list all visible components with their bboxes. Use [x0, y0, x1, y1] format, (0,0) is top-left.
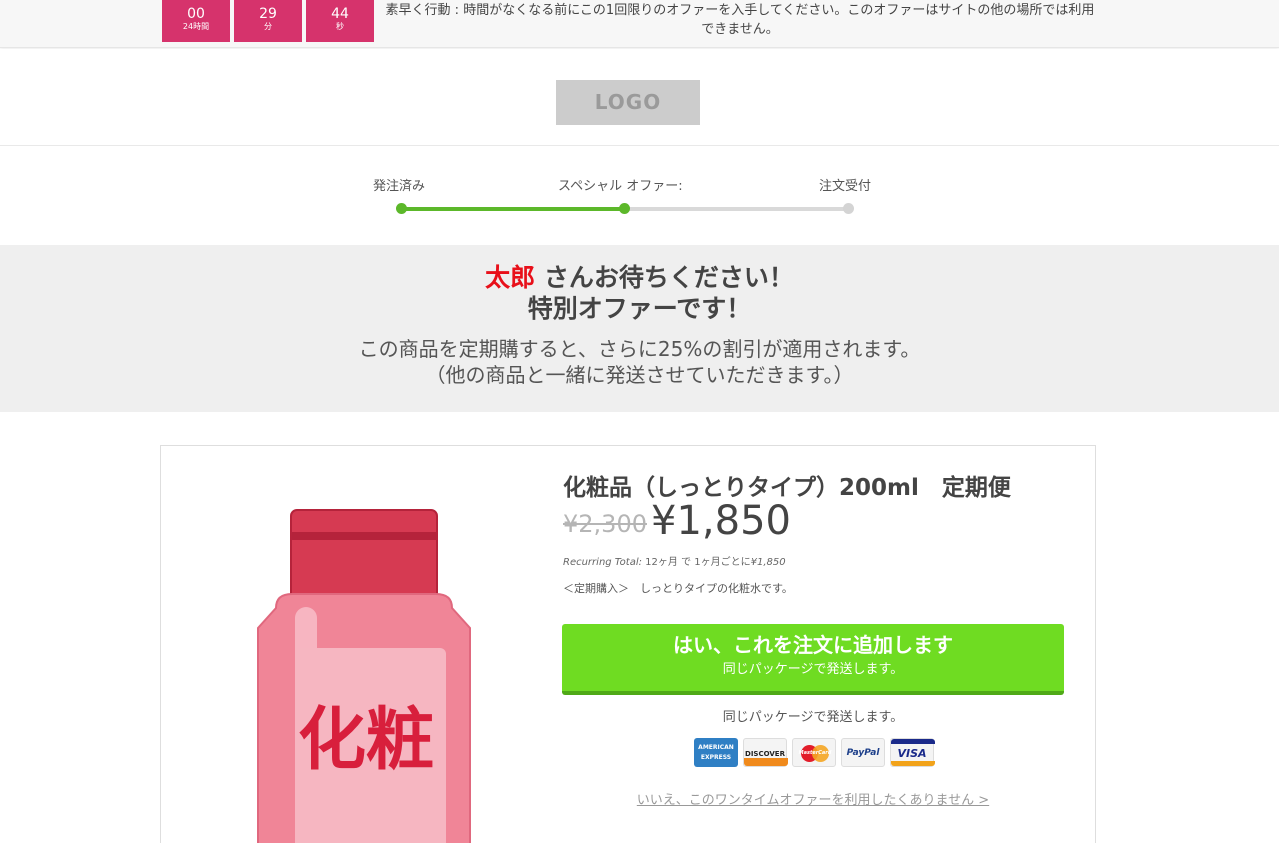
product-description: ＜定期購入＞ しっとりタイプの化粧水です。: [563, 582, 793, 595]
mastercard-name: MasterCard: [798, 750, 832, 756]
step-special-offer-dot: [619, 203, 630, 214]
countdown-minutes-value: 29: [259, 6, 277, 22]
product-title: 化粧品（しっとりタイプ）200ml 定期便: [563, 475, 1011, 501]
add-to-order-sublabel: 同じパッケージで発送します。: [722, 662, 904, 677]
countdown-bar: 00 24時間 29 分 44 秒 素早く行動 : 時間がなくなる前にこの1回限…: [0, 0, 1279, 48]
add-to-order-button[interactable]: はい、これを注文に追加します 同じパッケージで発送します。: [562, 624, 1064, 695]
countdown-message: 素早く行動 : 時間がなくなる前にこの1回限りのオファーを入手してください。この…: [385, 3, 1095, 37]
lotion-bottle-icon: 化粧: [257, 509, 471, 843]
countdown-hours: 00 24時間: [162, 0, 230, 42]
paypal-icon: PayPal: [841, 738, 885, 767]
offer-banner: 太郎 さんお待ちください！ 特別オファーです！ この商品を定期購すると、さらに2…: [0, 245, 1279, 412]
discover-card-name: DISCOVER: [745, 750, 785, 758]
mastercard-icon: MasterCard: [792, 738, 836, 767]
offer-description-line2: （他の商品と一緒に発送させていただきます。）: [425, 363, 854, 387]
shipping-note: 同じパッケージで発送します。: [722, 710, 904, 725]
recurring-text: 12ヶ月 で 1ヶ月ごとに: [642, 557, 751, 568]
offer-description: この商品を定期購すると、さらに25%の割引が適用されます。 （他の商品と一緒に発…: [0, 336, 1279, 388]
checkout-progress: 発注済み スペシャル オファー: 注文受付: [0, 147, 1279, 244]
payment-methods: AMERICAN EXPRESS DISCOVER MasterCard Pay…: [694, 738, 935, 768]
step-ordered-dot: [396, 203, 407, 214]
countdown-seconds-unit: 秒: [336, 22, 344, 31]
countdown-hours-value: 00: [187, 6, 205, 22]
bottle-label-text: 化粧: [298, 701, 434, 780]
recurring-amount: ¥1,850: [750, 557, 786, 568]
countdown-minutes: 29 分: [234, 0, 302, 42]
recurring-total: Recurring Total: 12ヶ月 で 1ヶ月ごとに¥1,850: [563, 553, 786, 568]
decline-offer-link[interactable]: いいえ、このワンタイムオファーを利用したくありません >: [562, 789, 1064, 808]
visa-card-icon: VISA: [890, 738, 935, 767]
site-logo: LOGO: [556, 80, 700, 125]
discover-card-icon: DISCOVER: [743, 738, 788, 767]
step-order-received-label: 注文受付: [819, 179, 872, 194]
progress-fill: [401, 207, 625, 211]
product-card: 化粧 化粧品（しっとりタイプ）200ml 定期便 ¥2,300 ¥1,850 R…: [160, 445, 1096, 843]
amex-card-icon: AMERICAN EXPRESS: [694, 738, 738, 767]
amex-card-name: AMERICAN EXPRESS: [698, 744, 734, 761]
step-ordered-label: 発注済み: [373, 179, 426, 194]
countdown-seconds-value: 44: [331, 6, 349, 22]
original-price: ¥2,300: [563, 510, 647, 538]
countdown-minutes-unit: 分: [264, 22, 272, 31]
paypal-name: PayPal: [846, 748, 880, 758]
add-to-order-label: はい、これを注文に追加します: [673, 633, 953, 657]
offer-price: ¥1,850: [651, 498, 791, 544]
greeting: 太郎 さんお待ちください！: [0, 262, 1279, 293]
offer-description-line1: この商品を定期購すると、さらに25%の割引が適用されます。: [358, 337, 921, 361]
countdown-seconds: 44 秒: [306, 0, 374, 42]
site-header: LOGO: [0, 49, 1279, 146]
step-special-offer-label: スペシャル オファー:: [558, 179, 683, 194]
countdown-hours-unit: 24時間: [182, 22, 210, 31]
recurring-label: Recurring Total:: [563, 557, 642, 568]
customer-name: 太郎: [485, 263, 536, 292]
visa-card-name: VISA: [897, 747, 927, 760]
offer-title: 特別オファーです！: [527, 294, 752, 323]
step-order-received-dot: [843, 203, 854, 214]
greeting-text: さんお待ちください！: [535, 263, 794, 292]
